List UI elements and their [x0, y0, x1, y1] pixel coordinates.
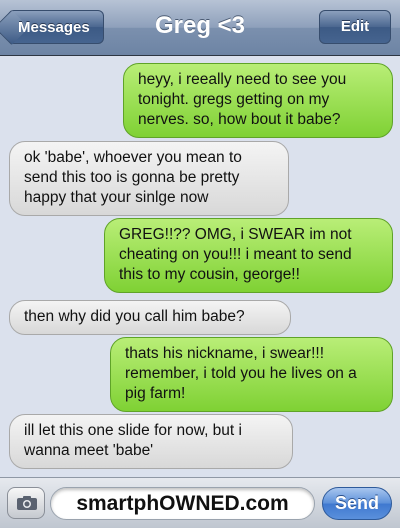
message-bubble-received[interactable]: then why did you call him babe? — [9, 300, 291, 335]
message-input[interactable]: smartphOWNED.com — [50, 487, 315, 520]
composer-bar: smartphOWNED.com Send — [0, 477, 400, 528]
message-bubble-received[interactable]: ill let this one slide for now, but i wa… — [9, 414, 293, 469]
camera-button[interactable] — [7, 487, 45, 519]
camera-icon — [17, 496, 37, 510]
message-bubble-sent[interactable]: GREG!!?? OMG, i SWEAR im not cheating on… — [104, 218, 393, 293]
message-bubble-sent[interactable]: thats his nickname, i swear!!! remember,… — [110, 337, 393, 412]
message-bubble-sent[interactable]: heyy, i reeally need to see you tonight.… — [123, 63, 393, 138]
message-bubble-received[interactable]: ok 'babe', whoever you mean to send this… — [9, 141, 289, 216]
send-button[interactable]: Send — [322, 487, 392, 520]
edit-button[interactable]: Edit — [319, 10, 391, 44]
navigation-bar: Messages Greg <3 Edit — [0, 0, 400, 56]
message-thread[interactable]: heyy, i reeally need to see you tonight.… — [0, 57, 400, 477]
